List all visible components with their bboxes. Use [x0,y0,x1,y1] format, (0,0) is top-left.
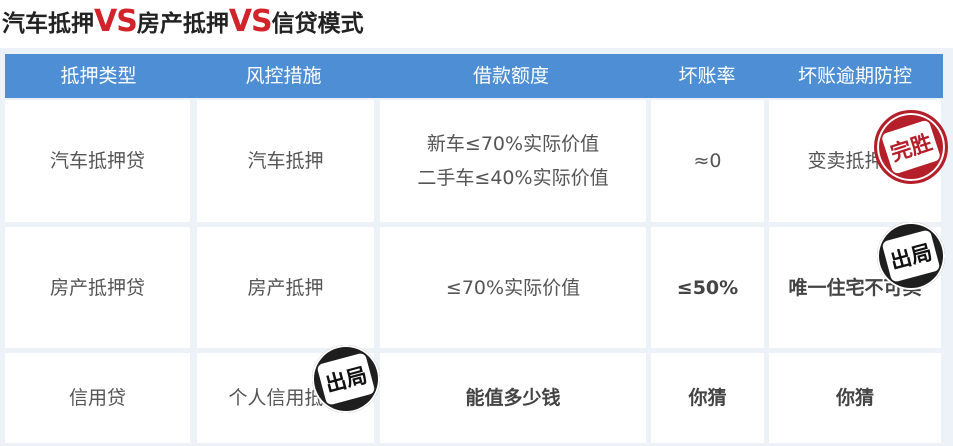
row3-type: 信用贷 [5,353,190,443]
title-part2: 房产抵押 [136,11,229,37]
title-part3: 信贷模式 [271,11,364,37]
row1-bad-rate: ≈0 [651,100,764,222]
row3-prevention-text: 你猜 [835,387,874,409]
win-stamp: 完胜 [874,110,948,184]
row2-bad-rate: ≤50% [651,227,764,348]
row1-amount-line2: 二手车≤40%实际价值 [417,167,609,189]
row1-bad-rate-text: ≈0 [693,150,722,172]
row2-amount: ≤70%实际价值 [380,227,646,348]
out-stamp-2-text: 出局 [316,352,376,406]
row3-amount-text: 能值多少钱 [465,387,561,409]
page-title: 汽车抵押VS房产抵押VS信贷模式 [2,2,364,42]
row2-control: 房产抵押 [197,227,374,348]
row3-amount: 能值多少钱 [380,353,646,443]
out-stamp-1-text: 出局 [881,229,941,283]
row2-amount-text: ≤70%实际价值 [445,276,581,299]
header-prevention: 坏账逾期防控 [797,65,912,87]
header-type: 抵押类型 [60,65,137,87]
row3-bad-rate: 你猜 [651,353,764,443]
row2-type: 房产抵押贷 [5,227,190,348]
row3-type-text: 信用贷 [68,387,126,409]
row1-amount: 新车≤70%实际价值 二手车≤40%实际价值 [380,100,646,222]
row2-type-text: 房产抵押贷 [49,276,145,299]
row1-control: 汽车抵押 [197,100,374,222]
row1-type-text: 汽车抵押贷 [49,150,145,172]
row2-bad-rate-text: ≤50% [676,276,739,299]
header-bad-rate: 坏账率 [678,65,736,87]
vs-mark-2: VS [228,4,273,39]
row1-control-text: 汽车抵押 [247,150,324,172]
win-stamp-text: 完胜 [880,119,942,175]
vs-mark-1: VS [94,4,138,39]
title-part1: 汽车抵押 [2,11,94,37]
row3-prevention: 你猜 [769,353,941,443]
row2-control-text: 房产抵押 [247,276,324,299]
out-stamp-2: 出局 [312,345,380,413]
header-control: 风控措施 [245,65,322,87]
row1-amount-line1: 新车≤70%实际价值 [426,133,600,155]
header-amount: 借款额度 [472,65,549,87]
out-stamp-1: 出局 [877,222,945,290]
row3-bad-rate-text: 你猜 [688,387,727,409]
row1-type: 汽车抵押贷 [5,100,190,222]
